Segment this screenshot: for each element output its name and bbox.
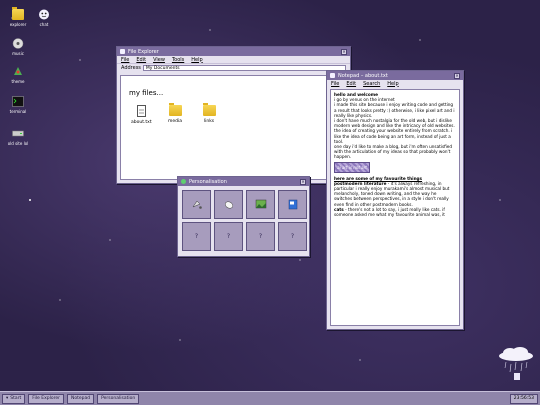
file-item[interactable]: links [199, 103, 219, 125]
paint-icon [191, 200, 202, 209]
start-button[interactable]: ▾ Start [2, 393, 26, 404]
personalisation-titlebar[interactable]: Personalisation ✕ [178, 177, 309, 186]
address-input[interactable]: My Documents [142, 65, 346, 71]
theme-icon [14, 67, 22, 75]
desktop-icon-label: music [12, 51, 24, 56]
desktop-icon-terminal[interactable]: terminal [5, 96, 31, 114]
menu-bar: File Edit View Tools Help [117, 56, 350, 63]
address-label: Address [121, 65, 141, 71]
file-name: media [167, 119, 183, 124]
desktop-icon-old-site[interactable]: old site lol [5, 128, 31, 146]
desktop-icon-label: terminal [9, 109, 27, 114]
wallpaper-icon [255, 199, 266, 209]
tile-wallpaper[interactable] [246, 190, 275, 219]
taskbar-item-notepad[interactable]: Notepad [66, 393, 95, 404]
notepad-titlebar[interactable]: Notepad – about.txt ✕ [327, 71, 463, 80]
tile-locked[interactable]: ? [278, 222, 307, 251]
close-button[interactable]: ✕ [341, 48, 347, 55]
notepad-paragraph: i made this site because i enjoy writing… [334, 102, 455, 118]
desktop-icon-label: explorer [9, 22, 27, 27]
files-heading: my files... [129, 89, 164, 97]
chat-icon [39, 9, 49, 20]
window-title: Personalisation [189, 178, 227, 185]
menu-file[interactable]: File [331, 81, 339, 87]
menu-file[interactable]: File [121, 57, 129, 63]
terminal-icon [12, 96, 24, 107]
file-list-area: my files... about.txt media links [120, 75, 347, 180]
desktop-icon-label: old site lol [7, 141, 29, 146]
personalisation-grid: ? ? ? ? [182, 190, 307, 251]
file-explorer-titlebar[interactable]: File Explorer ✕ [117, 47, 350, 56]
clock: 23:56:53 [509, 393, 538, 404]
desktop-icon-explorer[interactable]: explorer [5, 7, 31, 27]
tile-locked[interactable]: ? [246, 222, 275, 251]
close-button[interactable]: ✕ [300, 178, 306, 185]
menu-edit[interactable]: Edit [346, 81, 356, 87]
folder-icon [202, 103, 216, 116]
tile-paint[interactable] [182, 190, 211, 219]
desktop-icon-theme[interactable]: theme [5, 66, 31, 84]
mouse-icon [224, 201, 233, 209]
item-text: - there's not a lot to say, i just reall… [334, 206, 445, 218]
menu-search[interactable]: Search [363, 81, 380, 87]
menu-help[interactable]: Help [387, 81, 398, 87]
menu-edit[interactable]: Edit [136, 57, 146, 63]
document-icon [136, 105, 146, 117]
tile-mouse[interactable] [214, 190, 243, 219]
notepad-icon [330, 73, 335, 78]
theme-icon [181, 179, 186, 184]
tile-book[interactable] [278, 190, 307, 219]
folder-icon [168, 103, 182, 116]
start-icon: ▾ [6, 396, 9, 401]
window-title: File Explorer [128, 48, 159, 55]
file-name: links [203, 119, 215, 124]
rain-cloud-icon [499, 347, 533, 380]
window-icon [120, 49, 125, 54]
menu-help[interactable]: Help [191, 57, 202, 63]
folder-icon [12, 7, 24, 20]
taskbar: ▾ Start File Explorer Notepad Personalis… [0, 391, 540, 405]
menu-tools[interactable]: Tools [172, 57, 184, 63]
notepad-text-area[interactable]: hello and welcome i go by venus on the i… [330, 89, 460, 326]
file-item[interactable]: about.txt [131, 105, 152, 125]
personalisation-window: Personalisation ✕ ? ? ? ? [177, 176, 310, 257]
taskbar-item-personalisation[interactable]: Personalisation [97, 393, 140, 404]
desktop-icon-music[interactable]: music [5, 38, 31, 56]
stamp-badge: ai art is not art [334, 161, 370, 173]
close-button[interactable]: ✕ [454, 72, 460, 79]
start-label: Start [10, 396, 22, 401]
file-explorer-window: File Explorer ✕ File Edit View Tools Hel… [116, 46, 351, 184]
music-icon [12, 38, 24, 49]
desktop-icon-label: chat [39, 22, 49, 27]
notepad-paragraph: i don't have much nostalgia for the old … [334, 118, 455, 144]
menu-bar: File Edit Search Help [327, 80, 463, 87]
address-bar: Address My Documents [117, 63, 350, 72]
book-icon [288, 199, 297, 210]
menu-view[interactable]: View [153, 57, 165, 63]
tile-locked[interactable]: ? [214, 222, 243, 251]
desktop-icon-chat[interactable]: chat [31, 9, 57, 27]
drive-icon [12, 130, 24, 137]
taskbar-item-file-explorer[interactable]: File Explorer [28, 393, 64, 404]
tile-locked[interactable]: ? [182, 222, 211, 251]
file-item[interactable]: media [165, 103, 185, 125]
notepad-paragraph: one day i'd like to make a blog, but i'm… [334, 144, 453, 160]
file-name: about.txt [131, 120, 152, 125]
desktop-icon-label: theme [11, 79, 25, 84]
window-title: Notepad – about.txt [338, 72, 388, 79]
notepad-window: Notepad – about.txt ✕ File Edit Search H… [326, 70, 464, 330]
